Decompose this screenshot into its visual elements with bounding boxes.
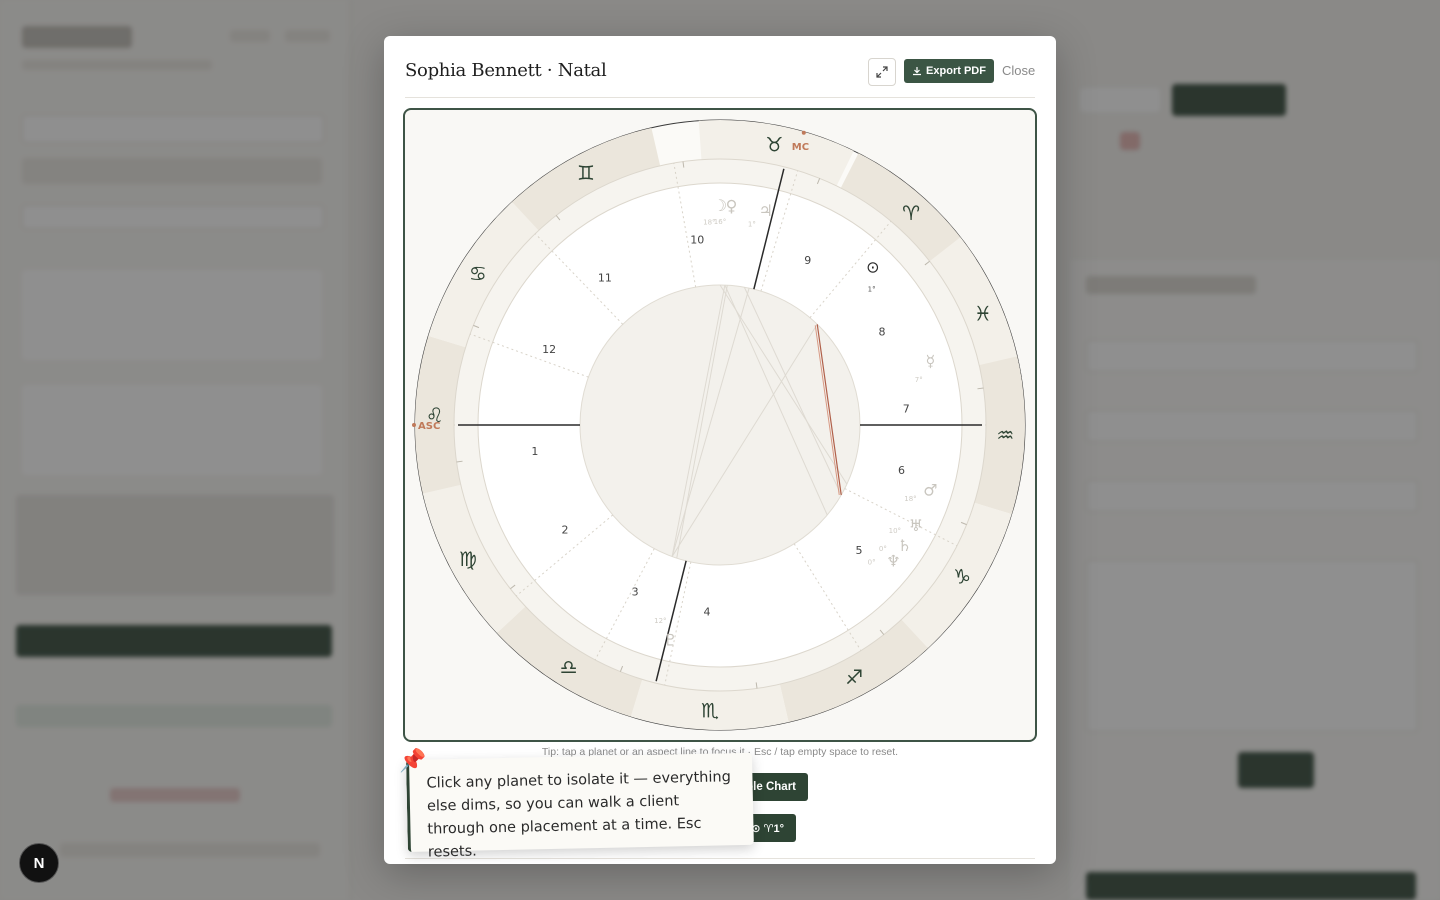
sign-glyph: ♒ <box>996 423 1014 447</box>
export-pdf-label: Export PDF <box>926 65 986 77</box>
asc-marker <box>412 423 416 427</box>
planet-degree: 7° <box>915 376 923 384</box>
house-number: 3 <box>632 586 639 599</box>
planet-degree: 1° <box>748 221 756 229</box>
house-number: 8 <box>878 326 885 339</box>
house-number: 10 <box>690 233 704 246</box>
house-number: 1 <box>531 445 538 458</box>
expand-icon <box>876 66 888 78</box>
pushpin-icon: 📌 <box>398 747 427 774</box>
modal-title: Sophia Bennett · Natal <box>405 60 607 81</box>
close-button[interactable]: Close <box>1002 63 1035 78</box>
sign-glyph: ♏ <box>701 698 719 722</box>
sign-glyph: ♉ <box>766 133 784 157</box>
house-number: 7 <box>903 403 910 416</box>
sign-glyph: ♋ <box>469 262 487 286</box>
modal-header: Sophia Bennett · Natal Export PDF Close <box>405 36 1035 98</box>
natal-chart[interactable]: ♉ ♈ ♓ ♒ ♑ ♐ ♏ ♎ ♍ ♌ ♋ ♊ 10 9 8 7 6 5 4 3 2 1 12 11 ASC MC ☽ 18° ♀ 16°… <box>403 108 1037 742</box>
sign-glyph: ♐ <box>845 665 863 689</box>
house-number: 9 <box>804 254 811 267</box>
mc-label: MC <box>792 142 809 153</box>
planet-glyph: ⊙ <box>866 258 879 277</box>
sign-glyph: ♑ <box>953 564 971 588</box>
house-number: 6 <box>898 464 905 477</box>
planet-glyph: ♃ <box>759 201 773 220</box>
planet-degree: 10° <box>889 527 901 535</box>
onboarding-note: 📌 Click any planet to isolate it — every… <box>399 748 754 861</box>
house-number: 5 <box>855 544 862 557</box>
planet-degree: 0° <box>868 559 876 567</box>
house-number: 12 <box>542 343 556 356</box>
badge-label: N <box>33 854 45 872</box>
house-number: 4 <box>703 606 710 619</box>
note-text: Click any planet to isolate it — everyth… <box>426 769 732 861</box>
sign-glyph: ♍ <box>459 547 477 571</box>
sign-glyph: ♊ <box>577 161 595 185</box>
planet-glyph: ♀ <box>726 196 738 215</box>
planet-degree: 12° <box>654 617 666 625</box>
planet-glyph: ♆ <box>886 551 900 570</box>
house-number: 11 <box>598 272 612 285</box>
planet-glyph: ♅ <box>909 516 923 535</box>
sign-glyph: ♈ <box>902 201 920 225</box>
nextjs-badge[interactable]: N <box>19 843 59 883</box>
planet-glyph: ♂ <box>923 480 937 499</box>
planet-glyph: ♇ <box>663 630 677 649</box>
planet-glyph: ☿ <box>925 352 935 371</box>
asc-label: ASC <box>418 421 440 432</box>
chart-wheel[interactable]: ♉♈♓♒♑♐♏♎♍♌♋♊109876543211211ASCMC☽18°♀16°… <box>405 110 1035 740</box>
export-pdf-button[interactable]: Export PDF <box>904 59 994 83</box>
sign-glyph: ♓ <box>974 301 992 325</box>
house-number: 2 <box>561 524 568 537</box>
planet-degree: 16° <box>714 218 726 226</box>
chart-modal: Sophia Bennett · Natal Export PDF Close … <box>384 36 1056 864</box>
planet-degree: 1° <box>868 285 876 293</box>
expand-button[interactable] <box>868 58 896 86</box>
mc-marker <box>801 130 806 135</box>
sign-glyph: ♎ <box>560 655 578 679</box>
download-icon <box>913 67 922 76</box>
planet-degree: 18° <box>904 495 916 503</box>
